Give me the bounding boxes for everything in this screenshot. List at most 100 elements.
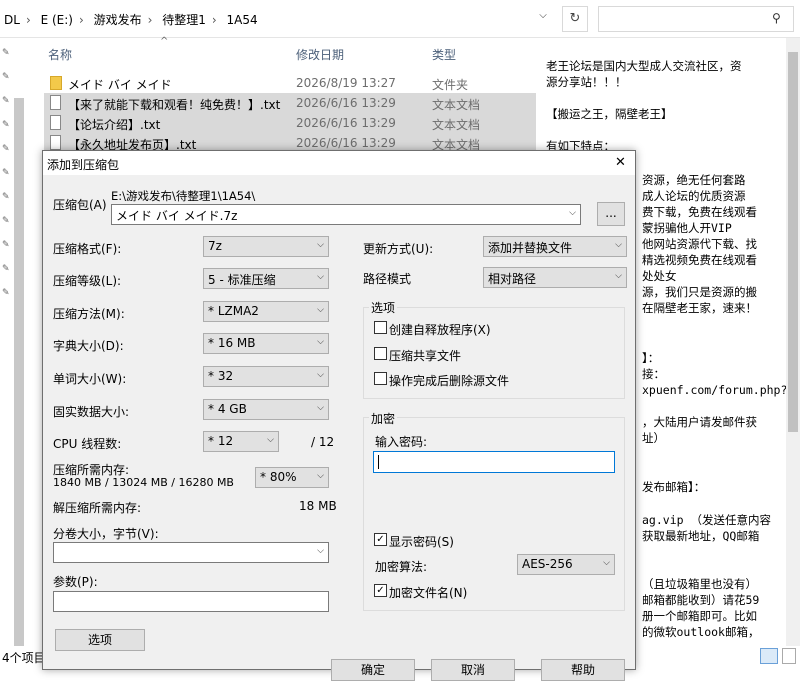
preview-line: 邮箱都能收到）请花59 [642, 593, 760, 607]
archive-path: E:\游戏发布\待整理1\1A54\ [111, 189, 256, 203]
format-select[interactable]: 7z ⌵ [203, 236, 329, 257]
breadcrumb-item[interactable]: 1A54 [227, 13, 258, 27]
breadcrumb-item[interactable]: 游戏发布 [94, 13, 142, 27]
column-header-name[interactable]: 名称 [48, 46, 72, 63]
mem-value: * 80% [260, 470, 297, 484]
preview-line: 费下载，免费在线观看 [642, 205, 757, 219]
enc-method-select[interactable]: AES-256 ⌵ [517, 554, 615, 575]
delete-label: 操作完成后删除源文件 [389, 374, 510, 388]
pin-icon: ✎ [2, 48, 10, 58]
preview-line: 处处女 [642, 269, 677, 283]
chevron-down-icon: ⌵ [317, 305, 324, 315]
update-select[interactable]: 添加并替换文件 ⌵ [483, 236, 627, 257]
text-file-icon [50, 95, 61, 110]
sfx-checkbox[interactable] [374, 321, 387, 334]
close-icon[interactable]: ✕ [615, 155, 626, 170]
params-input[interactable] [53, 591, 329, 612]
cpu-value: * 12 [208, 434, 234, 448]
method-select[interactable]: * LZMA2 ⌵ [203, 301, 329, 322]
pin-icon: ✎ [2, 192, 10, 202]
delete-checkbox[interactable] [374, 372, 387, 385]
help-button[interactable]: 帮助 [541, 659, 625, 681]
solid-select[interactable]: * 4 GB ⌵ [203, 399, 329, 420]
file-date: 2026/6/16 13:29 [296, 116, 396, 130]
list-item[interactable]: メイド バイ メイド 2026/8/19 13:27 文件夹 [44, 73, 536, 93]
column-header-type[interactable]: 类型 [432, 46, 456, 63]
dict-value: * 16 MB [208, 336, 256, 350]
chevron-down-icon: ⌵ [317, 337, 324, 347]
nav-scrollbar[interactable] [14, 98, 24, 658]
preview-line: xpuenf.com/forum.php? [642, 383, 788, 397]
file-name: メイド バイ メイド [68, 78, 172, 92]
word-label: 单词大小(W): [53, 372, 127, 386]
text-file-icon [50, 135, 61, 150]
show-password-label: 显示密码(S) [389, 535, 454, 549]
path-value: 相对路径 [488, 272, 537, 286]
format-label: 压缩格式(F): [53, 242, 122, 256]
cpu-select[interactable]: * 12 ⌵ [203, 431, 279, 452]
breadcrumb-item[interactable]: 待整理1 [162, 13, 206, 27]
method-label: 压缩方法(M): [53, 307, 125, 321]
options-button[interactable]: 选项 [55, 629, 145, 651]
dict-select[interactable]: * 16 MB ⌵ [203, 333, 329, 354]
search-input[interactable] [598, 6, 794, 32]
sort-ascending-icon: ^ [160, 36, 169, 47]
format-value: 7z [208, 239, 222, 253]
pin-icon: ✎ [2, 264, 10, 274]
details-view-icon[interactable] [760, 648, 778, 664]
chevron-down-icon: ⌵ [317, 370, 324, 380]
decomp-value: 18 MB [299, 499, 337, 513]
level-select[interactable]: 5 - 标准压缩 ⌵ [203, 268, 329, 289]
cancel-button[interactable]: 取消 [431, 659, 515, 681]
preview-line: 获取最新地址，QQ邮箱 [642, 529, 760, 543]
encryption-group-title: 加密 [369, 410, 398, 427]
text-cursor [378, 455, 379, 469]
chevron-down-icon: ⌵ [317, 546, 324, 556]
file-date: 2026/8/19 13:27 [296, 76, 396, 90]
pin-icon: ✎ [2, 240, 10, 250]
refresh-button[interactable]: ↻ [562, 6, 588, 32]
preview-line: 蒙拐骗他人开VIP [642, 221, 732, 235]
preview-line: 源，我们只是资源的搬 [642, 285, 757, 299]
dialog-title: 添加到压缩包 [47, 158, 120, 172]
split-select[interactable]: ⌵ [53, 542, 329, 563]
file-type: 文本文档 [432, 118, 481, 132]
text-file-icon [50, 115, 61, 130]
shared-checkbox[interactable] [374, 347, 387, 360]
list-item[interactable]: 【来了就能下载和观看！纯免费！】.txt 2026/6/16 13:29 文本文… [44, 93, 536, 113]
tiles-view-icon[interactable] [782, 648, 796, 664]
breadcrumb-item[interactable]: DL [4, 13, 20, 27]
column-header-date[interactable]: 修改日期 [296, 46, 344, 63]
update-label: 更新方式(U): [363, 242, 434, 256]
navigation-pane: ✎ ✎ ✎ ✎ ✎ ✎ ✎ ✎ ✎ ✎ ✎ [0, 38, 40, 670]
show-password-checkbox[interactable]: ✓ [374, 533, 387, 546]
path-select[interactable]: 相对路径 ⌵ [483, 267, 627, 288]
pin-icon: ✎ [2, 72, 10, 82]
update-value: 添加并替换文件 [488, 241, 573, 255]
word-select[interactable]: * 32 ⌵ [203, 366, 329, 387]
chevron-down-icon: ⌵ [615, 240, 622, 250]
pin-icon: ✎ [2, 288, 10, 298]
password-input[interactable] [373, 451, 615, 473]
chevron-down-icon: ⌵ [603, 558, 610, 568]
ok-button[interactable]: 确定 [331, 659, 415, 681]
breadcrumb-item[interactable]: E (E:) [41, 13, 73, 27]
browse-button[interactable]: ... [597, 202, 625, 226]
scrollbar-thumb[interactable] [788, 52, 798, 432]
encrypt-names-checkbox[interactable]: ✓ [374, 584, 387, 597]
preview-line: 在隔壁老王家，速来！ [642, 301, 757, 315]
chevron-down-icon[interactable]: ⌵ [536, 10, 550, 26]
chevron-right-icon: › [211, 13, 217, 27]
enc-method-value: AES-256 [522, 557, 573, 571]
file-name: 【来了就能下载和观看！纯免费！】.txt [68, 98, 281, 112]
shared-label: 压缩共享文件 [389, 349, 462, 363]
preview-line: 发布邮箱】： [642, 480, 706, 494]
list-item[interactable]: 【论坛介绍】.txt 2026/6/16 13:29 文本文档 [44, 113, 536, 133]
pin-icon: ✎ [2, 144, 10, 154]
pin-icon: ✎ [2, 216, 10, 226]
password-label: 输入密码: [375, 435, 428, 449]
params-label: 参数(P): [53, 575, 98, 589]
breadcrumb: DL › E (E:) › 游戏发布 › 待整理1 › 1A54 [4, 11, 264, 28]
mem-select[interactable]: * 80% ⌵ [255, 467, 329, 488]
archive-name-combo[interactable]: メイド バイ メイド.7z ⌵ [111, 204, 581, 225]
